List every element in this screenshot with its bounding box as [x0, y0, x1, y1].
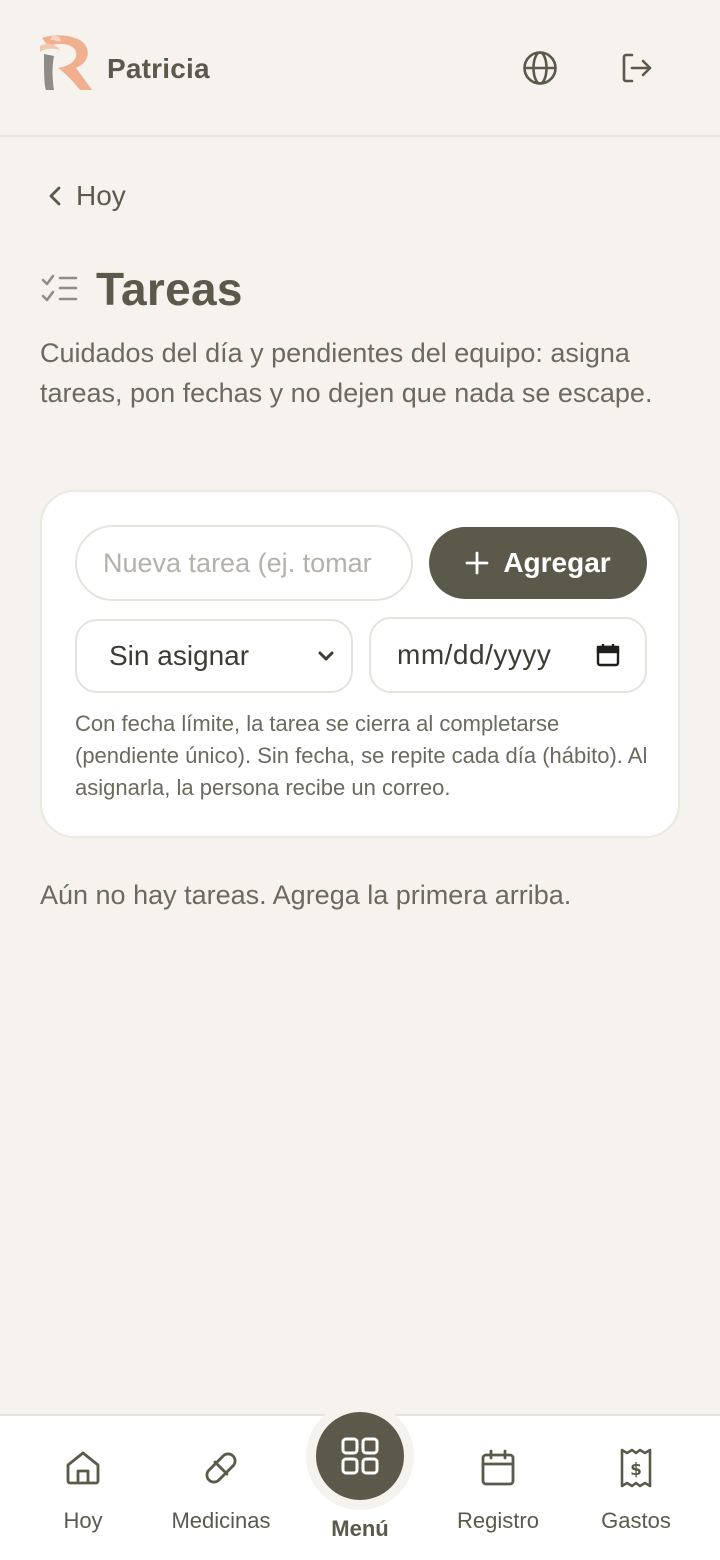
- nav-item-medicinas[interactable]: Medicinas: [151, 1416, 291, 1560]
- form-hint: Con fecha límite, la tarea se cierra al …: [75, 711, 648, 800]
- nav-label: Medicinas: [171, 1508, 271, 1533]
- language-button[interactable]: [520, 48, 560, 88]
- nav-item-gastos[interactable]: $ Gastos: [566, 1416, 706, 1560]
- nav-label: Hoy: [63, 1508, 103, 1533]
- add-task-button[interactable]: Agregar: [429, 527, 647, 599]
- bottom-nav: Hoy Medicinas Menú Registro $ Gastos: [0, 1402, 720, 1560]
- task-input[interactable]: [75, 525, 413, 601]
- nav-label: Gastos: [601, 1508, 671, 1533]
- nav-item-hoy[interactable]: Hoy: [13, 1416, 153, 1560]
- globe-icon: [523, 51, 557, 85]
- menu-button[interactable]: [316, 1412, 404, 1500]
- app-logo[interactable]: [38, 32, 94, 92]
- logout-button[interactable]: [616, 48, 656, 88]
- page-title-row: Tareas: [40, 262, 243, 316]
- page-title: Tareas: [96, 263, 243, 315]
- app-root: Patricia Hoy Tareas Cuidados del día y p…: [0, 0, 720, 1560]
- checklist-icon: [41, 274, 78, 302]
- nav-item-menu[interactable]: [306, 1402, 414, 1510]
- calendar-icon: [481, 1449, 515, 1486]
- new-task-card: Agregar Sin asignar mm/dd/yyyy Con fecha…: [40, 490, 680, 838]
- home-icon: [66, 1451, 100, 1485]
- chevron-down-icon: [318, 651, 334, 661]
- add-task-label: Agregar: [503, 547, 611, 578]
- grid-icon: [341, 1437, 379, 1475]
- user-name: Patricia: [107, 53, 210, 84]
- calendar-picker-icon[interactable]: [595, 642, 621, 668]
- plus-icon: [465, 551, 489, 575]
- logout-icon: [622, 53, 652, 83]
- back-label: Hoy: [76, 180, 126, 211]
- back-link[interactable]: Hoy: [44, 180, 126, 212]
- nav-item-registro[interactable]: Registro: [428, 1416, 568, 1560]
- nav-label: Registro: [457, 1508, 539, 1533]
- chevron-left-icon: [49, 186, 61, 206]
- nav-label-menu: Menú: [331, 1516, 389, 1541]
- receipt-icon: $: [620, 1448, 652, 1488]
- due-date-input[interactable]: mm/dd/yyyy: [369, 617, 647, 693]
- page-subtitle: Cuidados del día y pendientes del equipo…: [40, 338, 653, 408]
- assignee-value: Sin asignar: [109, 640, 250, 671]
- pill-icon: [205, 1452, 237, 1484]
- empty-state: Aún no hay tareas. Agrega la primera arr…: [40, 880, 572, 910]
- due-date-value: mm/dd/yyyy: [397, 639, 552, 670]
- app-header: Patricia: [0, 0, 720, 137]
- assignee-select[interactable]: Sin asignar: [75, 619, 353, 693]
- svg-text:$: $: [630, 1460, 642, 1480]
